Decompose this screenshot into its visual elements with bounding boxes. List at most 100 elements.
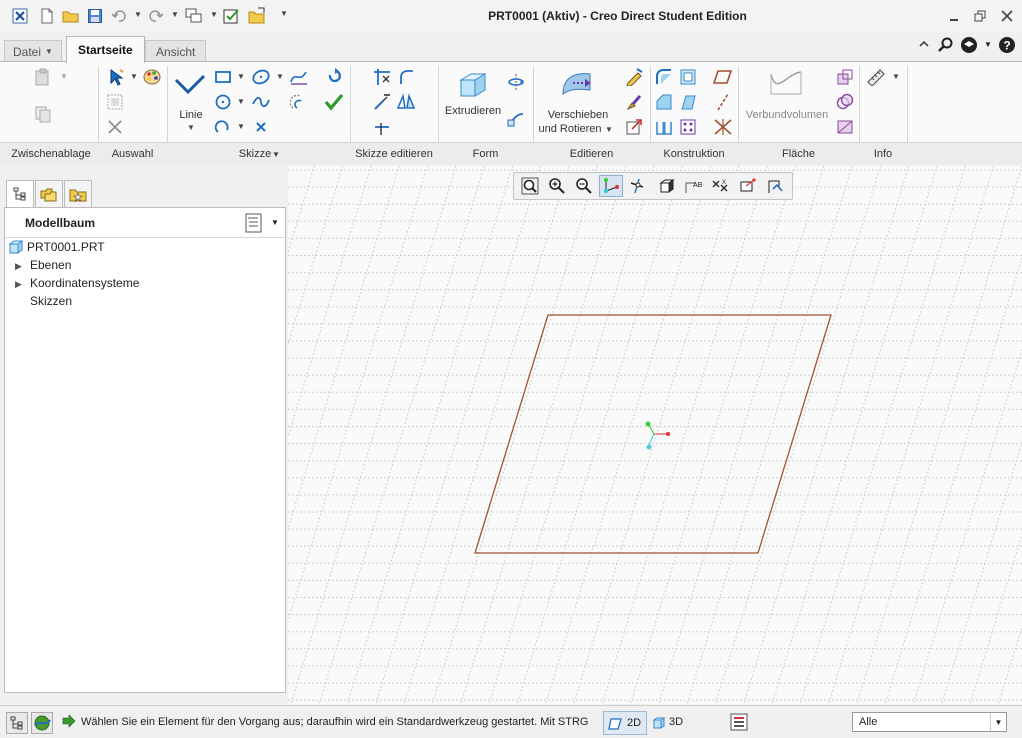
favorites-tab[interactable] <box>64 180 92 208</box>
paste-icon[interactable] <box>33 67 53 87</box>
close-icon[interactable] <box>996 6 1018 26</box>
circle-icon[interactable] <box>213 92 233 112</box>
rectangle-icon[interactable] <box>213 67 233 87</box>
accept-check-icon[interactable] <box>324 92 344 112</box>
mode-2d-button[interactable]: 2D <box>603 711 647 735</box>
mirror-sketch-icon[interactable] <box>396 92 416 112</box>
modify-brush-icon[interactable] <box>624 92 644 112</box>
windows-dropdown-icon[interactable]: ▼ <box>210 10 218 22</box>
expand-arrow-icon[interactable]: ▶ <box>15 261 23 271</box>
zoom-in-icon[interactable] <box>545 175 569 197</box>
pattern-icon[interactable] <box>678 117 698 137</box>
draft-icon[interactable] <box>678 92 698 112</box>
minimize-ribbon-icon[interactable] <box>918 38 932 52</box>
datum-display-icon[interactable] <box>599 175 623 197</box>
fillet-sketch-icon[interactable] <box>396 67 416 87</box>
tree-item-skizzen[interactable]: Skizzen <box>30 292 72 310</box>
ellipse-icon[interactable] <box>251 67 271 87</box>
spin-center-icon[interactable] <box>626 175 650 197</box>
redo-dropdown-icon[interactable]: ▼ <box>171 10 179 22</box>
open-folder-icon[interactable] <box>61 6 81 26</box>
tree-settings-icon[interactable] <box>245 213 265 233</box>
tree-item-prt0001[interactable]: PRT0001.PRT <box>9 238 105 256</box>
learning-dropdown-icon[interactable]: ▼ <box>984 40 992 49</box>
rib-icon[interactable] <box>654 117 674 137</box>
tab-ansicht[interactable]: Ansicht <box>145 40 207 62</box>
expand-arrow-icon[interactable]: ▶ <box>15 279 23 289</box>
zoom-out-icon[interactable] <box>572 175 596 197</box>
delete-icon[interactable] <box>105 117 125 137</box>
help-icon[interactable]: ? <box>998 36 1018 56</box>
point-icon[interactable] <box>251 117 271 137</box>
chevron-down-icon[interactable]: ▼ <box>990 713 1006 731</box>
extend-icon[interactable] <box>372 92 392 112</box>
undo-dropdown-icon[interactable]: ▼ <box>134 10 142 22</box>
windows-icon[interactable] <box>184 6 204 26</box>
circle-dropdown-icon[interactable]: ▼ <box>237 97 245 106</box>
select-arrow-icon[interactable] <box>107 67 127 87</box>
measure-icon[interactable] <box>866 67 886 87</box>
new-file-icon[interactable] <box>37 6 57 26</box>
redo-icon[interactable] <box>146 6 166 26</box>
edit-pen-icon[interactable] <box>624 67 644 87</box>
line-icon[interactable] <box>174 70 208 98</box>
selection-list-icon[interactable] <box>730 713 750 733</box>
app-icon[interactable] <box>10 6 30 26</box>
select-dropdown-icon[interactable]: ▼ <box>130 72 138 81</box>
csys-display-icon[interactable] <box>736 175 760 197</box>
fill-sketch-icon[interactable] <box>289 67 309 87</box>
intersect-surface-icon[interactable] <box>835 92 855 112</box>
folder-browser-tab[interactable] <box>35 180 63 208</box>
blend-icon[interactable] <box>768 68 804 98</box>
toggle-browser-icon[interactable] <box>31 712 53 734</box>
datum-point-icon[interactable] <box>713 117 733 137</box>
graphics-window[interactable] <box>288 166 1022 704</box>
close-window-folder-icon[interactable] <box>247 6 267 26</box>
merge-surface-icon[interactable] <box>835 67 855 87</box>
line-dropdown-icon[interactable]: ▼ <box>187 123 195 132</box>
arc-icon[interactable] <box>213 117 233 137</box>
offset-sketch-icon[interactable] <box>289 92 309 112</box>
annotation-display-icon[interactable]: AB <box>682 175 706 197</box>
round-icon[interactable] <box>654 67 674 87</box>
saved-views-icon[interactable] <box>655 175 679 197</box>
tree-settings-dropdown-icon[interactable]: ▼ <box>271 218 279 227</box>
copy-icon[interactable] <box>33 104 53 124</box>
revolve-icon[interactable] <box>506 72 526 92</box>
point-display-icon[interactable]: X <box>709 175 733 197</box>
scale-icon[interactable] <box>624 117 644 137</box>
move-rotate-dropdown-icon[interactable]: ▼ <box>605 125 613 134</box>
restore-icon[interactable] <box>969 6 991 26</box>
ellipse-dropdown-icon[interactable]: ▼ <box>276 72 284 81</box>
refit-view-icon[interactable] <box>518 175 542 197</box>
tab-datei[interactable]: Datei ▼ <box>4 40 62 62</box>
tree-item-ebenen[interactable]: ▶ Ebenen <box>15 256 71 274</box>
appearance-palette-icon[interactable] <box>142 67 162 87</box>
measure-dropdown-icon[interactable]: ▼ <box>892 72 900 81</box>
save-icon[interactable] <box>85 6 105 26</box>
mode-3d-button[interactable]: 3D <box>650 711 694 735</box>
chamfer-icon[interactable] <box>654 92 674 112</box>
model-tree-tab[interactable] <box>6 180 34 208</box>
extrude-icon[interactable] <box>457 68 489 100</box>
rectangle-dropdown-icon[interactable]: ▼ <box>237 72 245 81</box>
minimize-icon[interactable] <box>943 6 965 26</box>
regenerate-icon[interactable] <box>222 6 242 26</box>
plane-display-icon[interactable] <box>763 175 787 197</box>
refit-icon[interactable] <box>324 67 344 87</box>
divide-icon[interactable] <box>372 117 392 137</box>
toggle-navigator-icon[interactable] <box>6 712 28 734</box>
tree-item-koordinatensysteme[interactable]: ▶ Koordinatensysteme <box>15 274 139 292</box>
trim-icon[interactable] <box>372 67 392 87</box>
move-rotate-icon[interactable] <box>560 68 596 98</box>
plane-icon[interactable] <box>713 67 733 87</box>
select-by-box-icon[interactable] <box>105 92 125 112</box>
learning-connector-icon[interactable] <box>960 36 980 54</box>
arc-dropdown-icon[interactable]: ▼ <box>237 122 245 131</box>
undo-icon[interactable] <box>109 6 129 26</box>
search-icon[interactable] <box>938 37 954 53</box>
qat-customize-icon[interactable]: ▼ <box>280 9 288 21</box>
shell-icon[interactable] <box>678 67 698 87</box>
spline-icon[interactable] <box>251 92 271 112</box>
sketch-plane[interactable] <box>474 314 832 554</box>
